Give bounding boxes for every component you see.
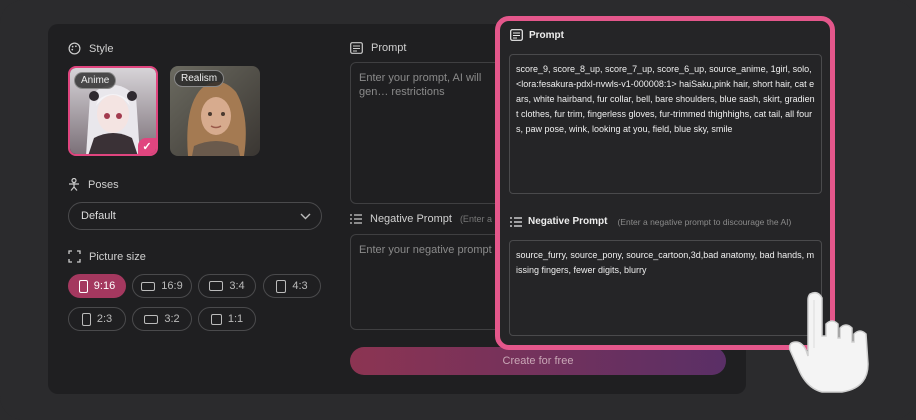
create-button[interactable]: Create for free [350, 347, 726, 375]
ratio-2-3[interactable]: 2:3 [68, 307, 126, 331]
prompt-title: Prompt [371, 42, 407, 54]
picture-size-title: Picture size [89, 250, 146, 263]
realism-tag: Realism [174, 70, 225, 87]
prompt-heading: Prompt [350, 42, 406, 54]
ratio-label: 2:3 [96, 313, 113, 325]
poses-value: Default [81, 210, 116, 222]
crop-frame-icon [68, 250, 81, 263]
overlay-negative-title: Negative Prompt [528, 216, 608, 227]
portrait-ratio-icon [276, 279, 287, 293]
ratio-3-4[interactable]: 3:4 [198, 274, 256, 298]
overlay-negative-text: source_furry, source_pony, source_cartoo… [516, 250, 815, 275]
document-icon [510, 29, 523, 41]
ratio-label: 3:4 [229, 280, 245, 292]
ratio-label: 3:2 [164, 313, 180, 325]
landscape-ratio-icon [209, 281, 224, 291]
overlay-negative-hint: (Enter a negative prompt to discourage t… [617, 216, 792, 227]
ratio-9-16[interactable]: 9:16 [68, 274, 126, 298]
ratio-1-1[interactable]: 1:1 [198, 307, 256, 331]
poses-title: Poses [88, 178, 119, 191]
landscape-ratio-icon [141, 281, 156, 291]
square-ratio-icon [210, 313, 222, 325]
document-icon [350, 42, 363, 54]
ratio-4-3[interactable]: 4:3 [263, 274, 321, 298]
overlay-prompt-text: score_9, score_8_up, score_7_up, score_6… [516, 64, 815, 134]
ratio-label: 9:16 [93, 280, 116, 292]
negative-prompt-textarea[interactable]: Enter your negative prompt [350, 234, 510, 330]
poses-heading: Poses [68, 178, 119, 191]
overlay-prompt-textarea[interactable]: score_9, score_8_up, score_7_up, score_6… [509, 54, 822, 194]
negative-prompt-heading: Negative Prompt (Enter a nega [350, 213, 514, 225]
overlay-prompt-heading: Prompt [510, 29, 564, 41]
ratio-16-9[interactable]: 16:9 [132, 274, 192, 298]
negative-prompt-title: Negative Prompt [370, 213, 452, 225]
portrait-ratio-icon [81, 312, 91, 326]
chevron-down-icon [300, 213, 311, 219]
ratio-3-2[interactable]: 3:2 [132, 307, 192, 331]
prompt-textarea[interactable]: Enter your prompt, AI will gen… restrict… [350, 62, 510, 204]
portrait-ratio-icon [78, 279, 88, 293]
picture-size-heading: Picture size [68, 250, 146, 263]
pointing-hand-icon [788, 291, 869, 393]
style-title: Style [89, 42, 114, 55]
create-button-label: Create for free [502, 355, 574, 367]
person-icon [69, 178, 79, 191]
overlay-negative-heading: Negative Prompt (Enter a negative prompt… [510, 216, 791, 227]
overlay-prompt-title: Prompt [529, 29, 564, 41]
prompt-placeholder: Enter your prompt, AI will gen… restrict… [359, 72, 482, 98]
style-heading: Style [68, 42, 113, 55]
overlay-negative-textarea[interactable]: source_furry, source_pony, source_cartoo… [509, 240, 822, 336]
style-option-realism[interactable]: Realism [170, 66, 260, 156]
palette-icon [68, 42, 81, 55]
ratio-label: 16:9 [161, 280, 183, 292]
checkmark-icon: ✓ [138, 138, 156, 154]
poses-select[interactable]: Default [68, 202, 322, 230]
anime-tag: Anime [74, 72, 117, 89]
list-icon [510, 216, 522, 227]
style-option-anime[interactable]: Anime ✓ [68, 66, 158, 156]
ratio-label: 1:1 [227, 313, 244, 325]
landscape-ratio-icon [144, 314, 159, 324]
negative-prompt-placeholder: Enter your negative prompt [359, 244, 492, 256]
ratio-label: 4:3 [292, 280, 308, 292]
list-icon [350, 214, 362, 224]
